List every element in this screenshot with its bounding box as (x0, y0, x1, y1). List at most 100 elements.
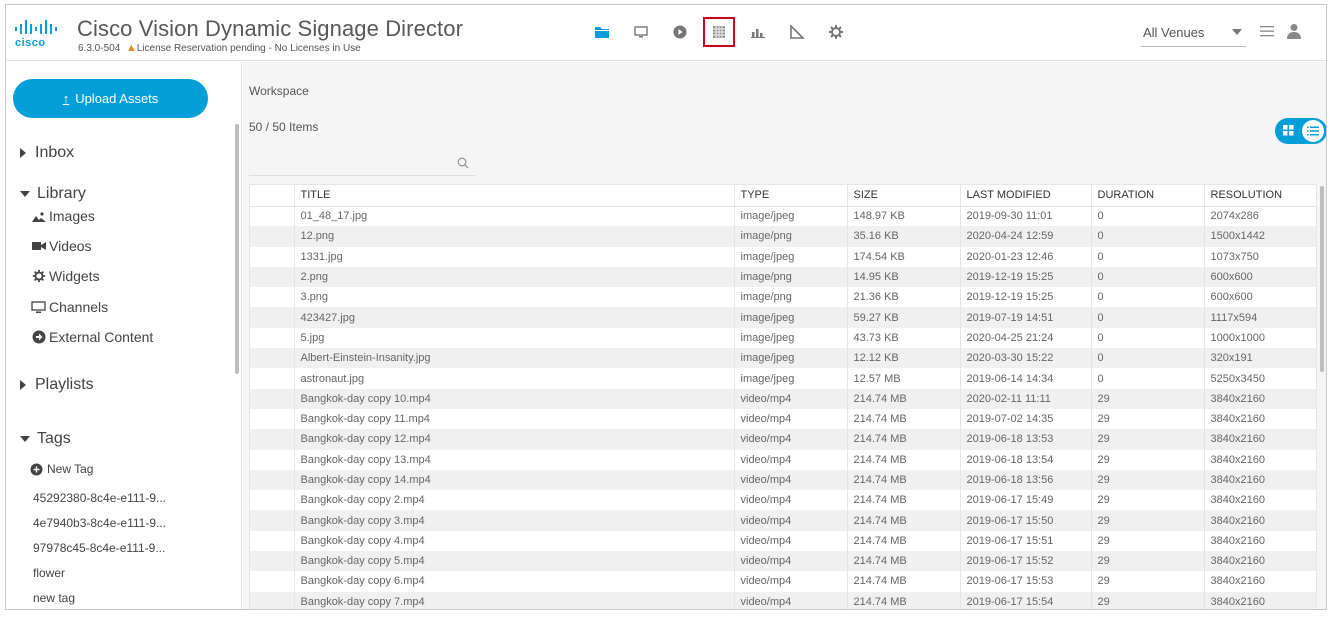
row-select-cell[interactable] (250, 388, 295, 409)
monitor-icon (634, 26, 648, 38)
row-select-cell[interactable] (250, 327, 295, 349)
table-row[interactable]: Albert-Einstein-Insanity.jpg image/jpeg 12… (250, 348, 1316, 369)
row-select-cell[interactable] (250, 449, 295, 470)
table-row[interactable]: 12.png image/png 35.16 KB 2020-04-24 12:59 0… (250, 226, 1316, 247)
license-status: License Reservation pending - No License… (136, 43, 361, 54)
table-row[interactable]: Bangkok-day copy 5.mp4 video/mp4 214.74 MB… (250, 551, 1316, 572)
table-row[interactable]: 1331.jpg image/jpeg 174.54 KB 2020-01-23 12… (250, 246, 1316, 267)
cell-resolution: 3840x2160 (1204, 591, 1316, 609)
table-row[interactable]: 01_48_17.jpg image/jpeg 148.97 KB 2019-09-3… (250, 206, 1316, 227)
sidebar-item-videos[interactable]: Videos (31, 238, 92, 254)
table-row[interactable]: Bangkok-day copy 11.mp4 video/mp4 214.74 M… (250, 408, 1316, 430)
row-select-cell[interactable] (250, 530, 295, 552)
sidebar-scrollbar[interactable] (235, 124, 239, 374)
version-line: 6.3.0-504 ▲License Reservation pending -… (78, 42, 361, 54)
column-header-type[interactable]: TYPE (734, 185, 848, 207)
row-select-cell[interactable] (250, 348, 295, 369)
column-header-last-modified[interactable]: LAST MODIFIED (960, 185, 1092, 207)
image-icon (31, 209, 46, 223)
table-row[interactable]: Bangkok-day copy 2.mp4 video/mp4 214.74 MB… (250, 490, 1316, 511)
table-row[interactable]: Bangkok-day copy 4.mp4 video/mp4 214.74 MB… (250, 530, 1316, 552)
cell-last-modified: 2019-06-18 13:54 (960, 449, 1092, 470)
table-row[interactable]: astronaut.jpg image/jpeg 12.57 MB 2019-06-1… (250, 368, 1316, 389)
column-header-size[interactable]: SIZE (847, 185, 961, 207)
row-select-cell[interactable] (250, 490, 295, 511)
caret-right-icon (20, 148, 26, 158)
row-select-cell[interactable] (250, 510, 295, 531)
nav-schedule[interactable] (703, 17, 735, 47)
cell-duration: 0 (1091, 246, 1205, 267)
row-select-cell[interactable] (250, 266, 295, 288)
row-select-cell[interactable] (250, 571, 295, 592)
new-tag-button[interactable]: New Tag (29, 462, 93, 476)
sidebar-section-playlists[interactable]: Playlists (20, 376, 94, 394)
view-mode-toggle[interactable] (1275, 118, 1326, 144)
table-row[interactable]: Bangkok-day copy 10.mp4 video/mp4 214.74 M… (250, 388, 1316, 409)
nav-devices[interactable] (625, 17, 657, 47)
table-row[interactable]: 2.png image/png 14.95 KB 2019-12-19 15:25 0 6… (250, 266, 1316, 288)
search-icon[interactable] (457, 157, 469, 169)
tag-item[interactable]: 45292380-8c4e-e111-9... (33, 491, 166, 505)
venue-select[interactable]: All Venues (1141, 19, 1246, 47)
row-select-cell[interactable] (250, 287, 295, 308)
sidebar-section-inbox[interactable]: Inbox (20, 144, 74, 162)
tag-item[interactable]: new tag (33, 591, 75, 605)
table-row[interactable]: Bangkok-day copy 14.mp4 video/mp4 214.74 M… (250, 469, 1316, 491)
cell-title: Bangkok-day copy 13.mp4 (294, 449, 735, 470)
column-header-duration[interactable]: DURATION (1091, 185, 1205, 207)
user-icon[interactable] (1287, 23, 1301, 39)
table-row[interactable]: 5.jpg image/jpeg 43.73 KB 2020-04-25 21:24 0… (250, 327, 1316, 349)
table-row[interactable]: Bangkok-day copy 7.mp4 video/mp4 214.74 MB… (250, 591, 1316, 609)
row-select-cell[interactable] (250, 469, 295, 491)
library-label: Library (37, 185, 86, 202)
nav-layouts[interactable] (781, 17, 813, 47)
cell-size: 12.12 KB (847, 348, 961, 369)
search-field[interactable] (249, 150, 475, 176)
row-select-cell[interactable] (250, 206, 295, 227)
table-row[interactable]: Bangkok-day copy 12.mp4 video/mp4 214.74 M… (250, 429, 1316, 450)
row-select-cell[interactable] (250, 551, 295, 572)
cell-resolution: 3840x2160 (1204, 388, 1316, 409)
cell-title: Bangkok-day copy 10.mp4 (294, 388, 735, 409)
row-select-cell[interactable] (250, 307, 295, 328)
column-header-resolution[interactable]: RESOLUTION (1204, 185, 1316, 207)
select-column-header[interactable] (250, 185, 295, 207)
table-row[interactable]: 423427.jpg image/jpeg 59.27 KB 2019-07-19 1… (250, 307, 1316, 328)
cell-last-modified: 2019-06-18 13:56 (960, 469, 1092, 491)
cell-size: 214.74 MB (847, 429, 961, 450)
grid-view-icon[interactable] (1283, 125, 1294, 136)
table-row[interactable]: 3.png image/png 21.36 KB 2019-12-19 15:25 0 6… (250, 287, 1316, 308)
sidebar-item-channels[interactable]: Channels (31, 299, 108, 315)
tag-item[interactable]: 4e7940b3-8c4e-e111-9... (33, 516, 166, 530)
row-select-cell[interactable] (250, 226, 295, 247)
nav-reports[interactable] (742, 17, 774, 47)
tag-item[interactable]: 97978c45-8c4e-e111-9... (33, 541, 165, 555)
table-row[interactable]: Bangkok-day copy 13.mp4 video/mp4 214.74 M… (250, 449, 1316, 470)
table-row[interactable]: Bangkok-day copy 3.mp4 video/mp4 214.74 MB… (250, 510, 1316, 531)
nav-settings[interactable] (820, 17, 852, 47)
nav-assets[interactable] (586, 17, 618, 47)
table-scrollbar[interactable] (1320, 186, 1324, 372)
row-select-cell[interactable] (250, 246, 295, 267)
table-row[interactable]: Bangkok-day copy 6.mp4 video/mp4 214.74 MB… (250, 571, 1316, 592)
cell-duration: 29 (1091, 408, 1205, 430)
hamburger-menu-icon[interactable] (1260, 25, 1274, 37)
nav-play[interactable] (664, 17, 696, 47)
cell-last-modified: 2019-06-17 15:52 (960, 551, 1092, 572)
row-select-cell[interactable] (250, 368, 295, 389)
sidebar-item-widgets[interactable]: Widgets (31, 268, 100, 284)
row-select-cell[interactable] (250, 408, 295, 430)
tag-item[interactable]: flower (33, 566, 65, 580)
sidebar-section-tags[interactable]: Tags (20, 430, 71, 448)
sidebar-item-external-content[interactable]: External Content (31, 329, 153, 345)
play-icon (673, 25, 687, 39)
column-header-title[interactable]: TITLE (294, 185, 735, 207)
upload-assets-button[interactable]: ↑ Upload Assets (13, 79, 208, 118)
sidebar-section-library[interactable]: Library (20, 185, 86, 203)
cell-resolution: 5250x3450 (1204, 368, 1316, 389)
row-select-cell[interactable] (250, 429, 295, 450)
search-input[interactable] (249, 150, 449, 174)
list-view-icon[interactable] (1302, 120, 1324, 142)
row-select-cell[interactable] (250, 591, 295, 609)
sidebar-item-images[interactable]: Images (31, 208, 95, 224)
